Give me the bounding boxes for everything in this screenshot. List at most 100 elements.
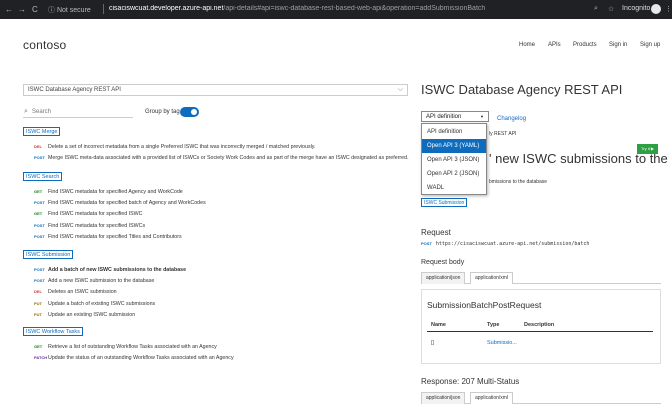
operation-title: Update the status of an outstanding Work… [48, 355, 234, 362]
tab-application-json[interactable]: application/json [421, 272, 466, 284]
dropdown-option[interactable]: Open API 3 (JSON) [422, 153, 486, 167]
operation-item[interactable]: POST Find ISWC metadata for specified bat… [34, 200, 206, 206]
http-method-badge: POST [34, 233, 45, 239]
http-method-badge: DEL [34, 144, 42, 149]
dropdown-option[interactable]: Open API 2 (JSON) [422, 167, 486, 181]
search-icon: ⌕ [24, 108, 28, 115]
tab-application-xml[interactable]: application/xml [470, 392, 514, 404]
tab-application-json[interactable]: application/json [421, 392, 466, 404]
api-definition-value: API definition [426, 114, 462, 120]
security-indicator[interactable]: ⓘ Not secure [48, 5, 91, 15]
zoom-icon[interactable]: ⌕ [594, 5, 598, 13]
tag-group-header[interactable]: ISWC Search [23, 172, 63, 181]
operation-item[interactable]: PUT Update an existing ISWC submission [34, 312, 135, 318]
toggle-knob [191, 109, 197, 115]
tag-group-header[interactable]: ISWC Merge [23, 127, 61, 136]
operation-description: bmissions to the database [489, 179, 548, 185]
page-title: ISWC Database Agency REST API [421, 82, 623, 97]
http-method-badge: PATCH [34, 355, 48, 361]
nav-home[interactable]: Home [519, 42, 535, 48]
operation-title: Find ISWC metadata for specified Agency … [48, 189, 183, 195]
operation-title: Find ISWC metadata for specified ISWC [48, 211, 143, 218]
http-method-badge: PUT [34, 300, 42, 306]
reload-icon[interactable]: C [32, 5, 38, 14]
group-by-tag-label: Group by tag [145, 109, 180, 115]
request-method: POST [421, 241, 432, 246]
incognito-avatar-icon[interactable] [651, 4, 661, 14]
http-method-badge: POST [34, 155, 45, 161]
operation-title: Merge ISWC meta-data associated with a p… [48, 155, 409, 162]
http-method-badge: POST [34, 278, 45, 284]
operation-item[interactable]: POST Add a batch of new ISWC submissions … [34, 267, 186, 273]
nav-sign-up[interactable]: Sign up [640, 42, 660, 48]
schema-header-name: Name [431, 322, 446, 328]
operation-item[interactable]: POST Merge ISWC meta-data associated with… [34, 155, 409, 161]
operation-item[interactable]: DEL Delete a set of incorrect metadata fr… [34, 144, 316, 150]
forward-icon[interactable]: → [18, 5, 26, 14]
operation-item[interactable]: GET Retrieve a list of outstanding Workfl… [34, 344, 217, 350]
schema-title: SubmissionBatchPostRequest [427, 300, 542, 310]
caret-down-icon: ▼ [480, 114, 484, 119]
http-method-badge: GET [34, 344, 43, 349]
schema-divider [427, 331, 653, 332]
operation-item[interactable]: PUT Update a batch of existing ISWC submi… [34, 301, 155, 307]
operation-item[interactable]: POST Find ISWC metadata for specified ISW… [34, 223, 145, 229]
group-by-tag-toggle[interactable] [180, 107, 199, 117]
api-definition-dropdown: API definition Open API 3 (YAML) Open AP… [421, 123, 487, 195]
url-path: /api-details#api=iswc-database-rest-base… [223, 5, 486, 12]
request-url: https://cisaciswcuat.azure-api.net/submi… [435, 241, 590, 247]
operation-title: Deletes an ISWC submission [48, 289, 117, 296]
api-definition-select[interactable]: API definition ▼ [421, 111, 489, 122]
dropdown-option-selected[interactable]: Open API 3 (YAML) [422, 139, 486, 153]
schema-cell-name: [] [431, 340, 435, 346]
operation-title: Find ISWC metadata for specified batch o… [48, 200, 206, 207]
try-it-button[interactable]: Try it ▶ [637, 144, 658, 154]
search-input[interactable]: ⌕ Search [23, 107, 133, 118]
request-url-line: POST https://cisaciswcuat.azure-api.net/s… [421, 241, 589, 247]
dropdown-option[interactable]: WADL [422, 181, 486, 195]
operation-item[interactable]: GET Find ISWC metadata for specified ISWC [34, 211, 143, 217]
incognito-label[interactable]: Incognito [622, 5, 650, 12]
operation-title: Update an existing ISWC submission [48, 311, 136, 318]
operation-title: Find ISWC metadata for specified ISWCs [48, 222, 146, 229]
operation-title: Update a batch of existing ISWC submissi… [48, 300, 156, 307]
http-method-badge: POST [34, 222, 45, 228]
http-method-badge: PUT [34, 311, 42, 317]
search-placeholder: Search [32, 109, 52, 115]
operation-item[interactable]: PATCHUpdate the status of an outstanding… [34, 355, 234, 361]
star-icon[interactable]: ☆ [608, 5, 614, 13]
request-body-heading: Request body [421, 259, 465, 266]
operation-tag[interactable]: ISWC Submission [421, 198, 468, 207]
changelog-link[interactable]: Changelog [497, 116, 526, 122]
nav-sign-in[interactable]: Sign in [609, 42, 627, 48]
operation-item[interactable]: GET Find ISWC metadata for specified Agen… [34, 189, 183, 195]
http-method-badge: POST [34, 267, 45, 272]
operation-item[interactable]: POST Find ISWC metadata for specified Tit… [34, 234, 182, 240]
operation-title: Delete a set of incorrect metadata from … [48, 144, 316, 150]
schema-header-type: Type [487, 322, 500, 328]
http-method-badge: GET [34, 189, 43, 194]
schema-header-description: Description [524, 322, 555, 328]
tab-application-xml[interactable]: application/xml [470, 272, 514, 284]
operation-item[interactable]: DEL Deletes an ISWC submission [34, 289, 117, 295]
operation-item[interactable]: POST Add a new ISWC submission to the dat… [34, 278, 154, 284]
address-bar[interactable]: cisaciswcuat.developer.azure-api.net/api… [109, 5, 549, 12]
browser-toolbar: ← → C ⓘ Not secure cisaciswcuat.develope… [0, 0, 672, 19]
http-method-badge: GET [34, 211, 43, 217]
menu-icon[interactable]: ⋮ [665, 5, 672, 13]
nav-products[interactable]: Products [573, 42, 597, 48]
tag-group-header[interactable]: ISWC Workflow Tasks [23, 327, 83, 336]
operation-title: Retrieve a list of outstanding Workflow … [48, 344, 217, 350]
api-select-value: ISWC Database Agency REST API [28, 87, 121, 93]
request-body-tabs: application/json application/xml [421, 272, 661, 284]
tag-group-header[interactable]: ISWC Submission [23, 250, 74, 259]
request-heading: Request [421, 228, 451, 237]
api-select[interactable]: ISWC Database Agency REST API ⌵ [23, 84, 408, 96]
schema-type-link[interactable]: Submissio... [487, 340, 517, 346]
dropdown-option[interactable]: API definition [422, 125, 486, 139]
back-icon[interactable]: ← [5, 5, 13, 14]
response-heading: Response: 207 Multi-Status [421, 377, 520, 386]
site-logo[interactable]: contoso [23, 38, 66, 52]
response-tabs: application/json application/xml [421, 392, 661, 404]
nav-apis[interactable]: APIs [548, 42, 561, 48]
